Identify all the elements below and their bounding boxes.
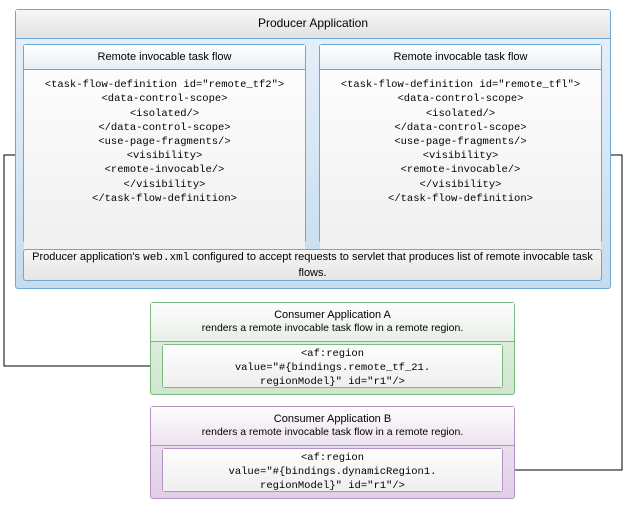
consumer-a-subtitle: renders a remote invocable task flow in … xyxy=(157,322,508,336)
consumer-a-region-box: <af:region value="#{bindings.remote_tf_2… xyxy=(162,344,503,388)
consumer-a-region-code: <af:region value="#{bindings.remote_tf_2… xyxy=(163,345,502,387)
taskflow-right-title: Remote invocable task flow xyxy=(320,45,601,70)
consumer-a-title: Consumer Application A xyxy=(157,308,508,322)
producer-note-mono: web.xml xyxy=(143,252,189,264)
producer-note-post: configured to accept requests to servlet… xyxy=(189,251,593,278)
taskflow-right-code: <task-flow-definition id="remote_tfl"> <… xyxy=(320,70,601,256)
diagram-canvas: Producer Application Remote invocable ta… xyxy=(0,0,626,509)
producer-note-pre: Producer application's xyxy=(32,251,143,263)
remote-taskflow-box-left: Remote invocable task flow <task-flow-de… xyxy=(23,44,306,243)
taskflow-left-title: Remote invocable task flow xyxy=(24,45,305,70)
remote-taskflow-box-right: Remote invocable task flow <task-flow-de… xyxy=(319,44,602,243)
producer-note: Producer application's web.xml configure… xyxy=(23,249,602,281)
taskflow-left-code: <task-flow-definition id="remote_tf2"> <… xyxy=(24,70,305,256)
consumer-b-title: Consumer Application B xyxy=(157,412,508,426)
consumer-a-title-block: Consumer Application A renders a remote … xyxy=(151,303,514,342)
consumer-b-region-box: <af:region value="#{bindings.dynamicRegi… xyxy=(162,448,503,492)
consumer-b-region-code: <af:region value="#{bindings.dynamicRegi… xyxy=(163,449,502,491)
consumer-b-title-block: Consumer Application B renders a remote … xyxy=(151,407,514,446)
consumer-b-subtitle: renders a remote invocable task flow in … xyxy=(157,426,508,440)
producer-title: Producer Application xyxy=(16,10,610,39)
